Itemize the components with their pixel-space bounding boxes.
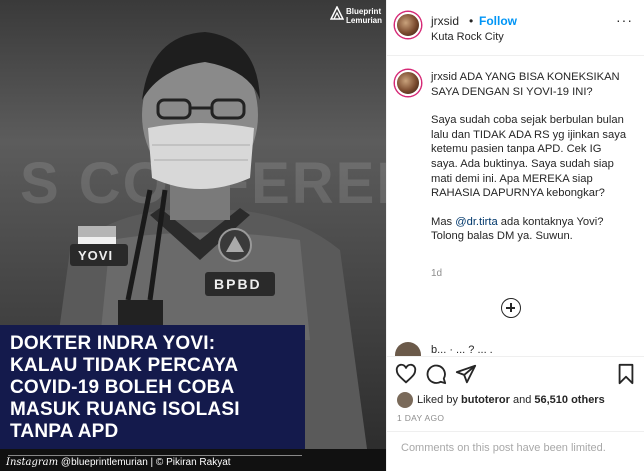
caption-paragraph-2: Saya sudah coba sejak berbulan bulan lal… bbox=[431, 114, 627, 200]
blueprint-logo-icon bbox=[330, 6, 344, 20]
watermark-line1: Blueprint bbox=[346, 7, 382, 16]
headline-line-2: KALAU TIDAK PERCAYA bbox=[10, 355, 239, 376]
vest-name-tag: YOVI bbox=[78, 248, 114, 263]
credit-divider bbox=[8, 455, 302, 456]
follow-button[interactable]: Follow bbox=[479, 14, 517, 28]
more-options-icon[interactable]: ··· bbox=[616, 12, 633, 28]
liked-by-user[interactable]: butoteror bbox=[461, 394, 510, 406]
comments-limited-notice: Comments on this post have been limited. bbox=[387, 431, 644, 471]
author-username[interactable]: jrxsid bbox=[431, 14, 459, 28]
commenter-avatar[interactable] bbox=[395, 342, 421, 356]
caption-time: 1d bbox=[431, 268, 443, 279]
mention-link[interactable]: @dr.tirta bbox=[455, 216, 497, 228]
load-more-comments-icon[interactable] bbox=[501, 298, 521, 318]
bookmark-icon[interactable] bbox=[615, 363, 637, 385]
watermark-line2: Lemurian bbox=[346, 16, 383, 25]
headline-line-4: MASUK RUANG ISOLASI bbox=[10, 399, 240, 420]
liked-by-mid: and bbox=[509, 394, 535, 406]
caption-avatar[interactable] bbox=[395, 70, 421, 96]
post-header: jrxsid • Follow Kuta Rock City ··· bbox=[387, 0, 644, 56]
credit-script: Instagram bbox=[6, 457, 59, 468]
caption-text: jrxsid ADA YANG BISA KONEKSIKAN SAYA DEN… bbox=[431, 70, 631, 258]
comment-icon[interactable] bbox=[425, 363, 447, 385]
headline-box: DOKTER INDRA YOVI: KALAU TIDAK PERCAYA C… bbox=[0, 325, 305, 449]
credit-text: @blueprintlemurian | © Pikiran Rakyat bbox=[60, 457, 231, 468]
photo-credit: Instagram @blueprintlemurian | © Pikiran… bbox=[6, 457, 231, 468]
likes-count[interactable]: 56,510 others bbox=[534, 394, 604, 406]
vest-badge: BPBD bbox=[214, 276, 262, 292]
likes-summary: Liked by butoteror and 56,510 others bbox=[397, 392, 637, 410]
post-timestamp: 1 DAY AGO bbox=[397, 413, 445, 423]
author-avatar[interactable] bbox=[395, 12, 421, 38]
post-location[interactable]: Kuta Rock City bbox=[431, 31, 504, 43]
comment-peek-text: b... · ... ? ... . bbox=[431, 344, 493, 356]
liker-avatar[interactable] bbox=[397, 392, 413, 408]
caption-p3-before: Mas bbox=[431, 215, 456, 228]
likes-text: Liked by butoteror and 56,510 others bbox=[417, 394, 605, 406]
headline-line-5: TANPA APD bbox=[10, 421, 119, 442]
photo-credit-bar: Instagram @blueprintlemurian | © Pikiran… bbox=[0, 449, 386, 471]
caption-first-line: ADA YANG BISA KONEKSIKAN SAYA DENGAN SI … bbox=[431, 71, 620, 98]
watermark: Blueprint Lemurian bbox=[330, 4, 386, 34]
post-photo[interactable]: S CONFERENCE YOVI BPBD bbox=[0, 0, 386, 471]
caption-username[interactable]: jrxsid bbox=[431, 71, 457, 83]
share-icon[interactable] bbox=[455, 363, 477, 385]
heart-icon[interactable] bbox=[395, 363, 417, 385]
comment-peek: b... · ... ? ... . bbox=[395, 342, 635, 356]
headline-line-3: COVID-19 BOLEH COBA bbox=[10, 377, 235, 398]
post-side-panel: jrxsid • Follow Kuta Rock City ··· jrxsi… bbox=[386, 0, 644, 471]
headline-line-1: DOKTER INDRA YOVI: bbox=[10, 333, 216, 354]
header-separator: • bbox=[469, 14, 474, 28]
liked-by-prefix: Liked by bbox=[417, 394, 462, 406]
